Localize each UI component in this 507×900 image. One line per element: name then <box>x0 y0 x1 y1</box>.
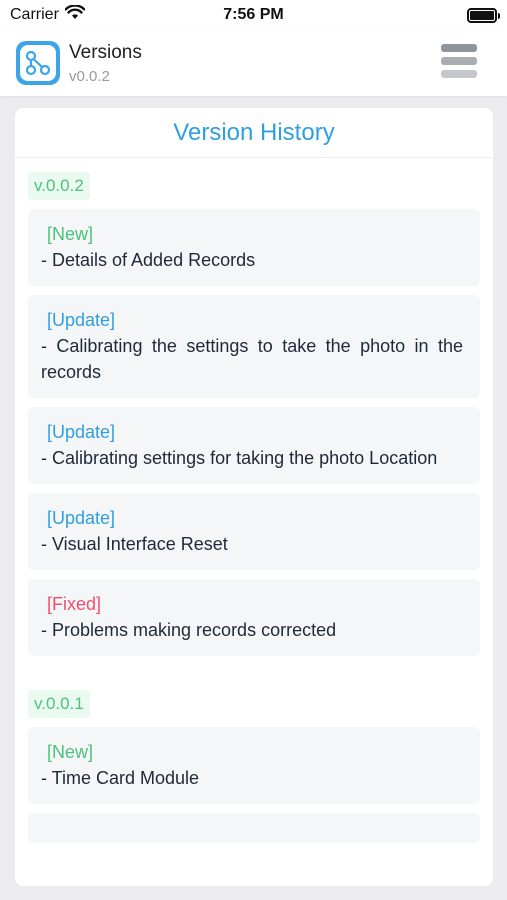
version-label: v.0.0.2 <box>28 172 90 200</box>
header-title: Versions <box>69 41 142 63</box>
changelog-text: - Calibrating the settings to take the p… <box>41 336 463 382</box>
changelog-text: - Visual Interface Reset <box>41 534 228 554</box>
wifi-icon <box>64 4 86 25</box>
changelog-item: [Update] - Visual Interface Reset <box>28 493 480 570</box>
changelog-item: [Fixed] - Problems making records correc… <box>28 579 480 656</box>
changelog-text: - Time Card Module <box>41 768 200 788</box>
changelog-text: - Calibrating settings for taking the ph… <box>41 448 438 468</box>
changelog-item: [New] - Time Card Module <box>28 727 480 804</box>
tag-update: [Update] <box>47 508 116 528</box>
tag-new: [New] <box>47 224 94 244</box>
changelog-text: - Details of Added Records <box>41 250 256 270</box>
menu-bar <box>441 44 477 52</box>
version-history-card: Version History v.0.0.2 [New] - Details … <box>15 108 493 886</box>
tag-new: [New] <box>47 742 94 762</box>
tag-fixed: [Fixed] <box>47 594 102 614</box>
changelog-item <box>28 813 480 843</box>
app-logo <box>16 41 60 85</box>
header-version: v0.0.2 <box>69 67 110 85</box>
changelog-item: [Update] - Calibrating settings for taki… <box>28 407 480 484</box>
carrier-label: Carrier <box>10 6 59 23</box>
changelog-text: - Problems making records corrected <box>41 620 337 640</box>
hamburger-menu-icon[interactable] <box>441 44 477 78</box>
changelog-item: [Update] - Calibrating the settings to t… <box>28 295 480 398</box>
branch-icon <box>20 45 56 81</box>
status-left: Carrier <box>10 4 86 25</box>
version-label: v.0.0.1 <box>28 690 90 718</box>
version-section: v.0.0.1 [New] - Time Card Module <box>15 676 493 843</box>
header-text: Versions v0.0.2 <box>69 42 142 85</box>
battery-fill <box>470 10 494 20</box>
menu-bar <box>441 70 477 78</box>
version-section: v.0.0.2 [New] - Details of Added Records… <box>15 158 493 656</box>
menu-bar <box>441 57 477 65</box>
status-bar: Carrier 7:56 PM <box>0 0 507 30</box>
battery-icon <box>467 7 500 23</box>
tag-update: [Update] <box>47 310 116 330</box>
page-title: Version History <box>15 108 493 158</box>
app-header: Versions v0.0.2 <box>0 30 507 96</box>
tag-update: [Update] <box>47 422 116 442</box>
changelog-item: [New] - Details of Added Records <box>28 209 480 286</box>
